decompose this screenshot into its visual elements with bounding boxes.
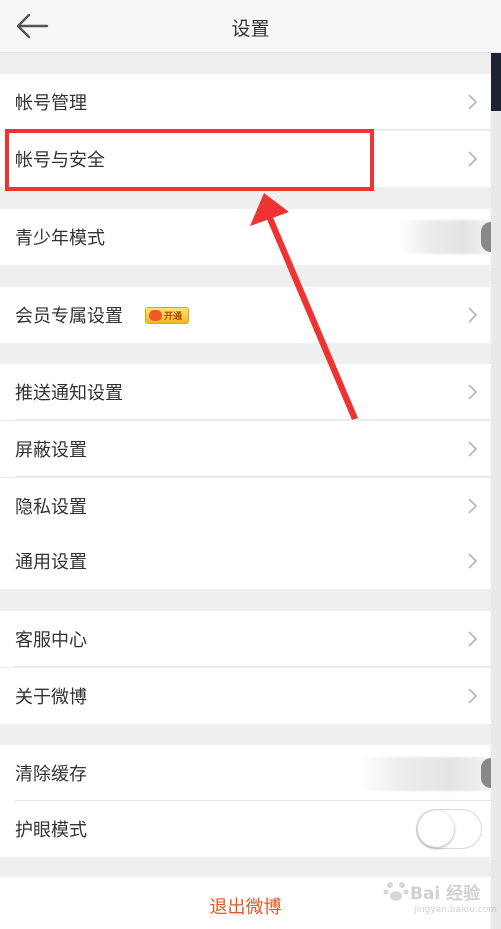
youth-mode-label: 青少年模式 <box>15 228 105 249</box>
privacy-settings-row[interactable]: 隐私设置 <box>0 478 491 534</box>
vip-badge-label: 开通 <box>164 312 183 322</box>
vip-badge: 开通 <box>145 307 189 324</box>
right-edge-dark-block <box>491 53 501 111</box>
logout-button[interactable]: 退出微博 <box>0 877 491 929</box>
clear-cache-label: 清除缓存 <box>15 764 87 785</box>
page-title: 设置 <box>231 18 270 40</box>
account-management-row[interactable]: 帐号管理 <box>0 74 491 130</box>
eye-care-toggle[interactable] <box>416 809 482 849</box>
top-bar: 设置 <box>0 0 501 53</box>
crown-icon <box>149 310 162 321</box>
slider-knob <box>481 758 491 788</box>
chevron-right-icon <box>468 631 478 647</box>
chevron-right-icon <box>468 94 478 110</box>
row-divider <box>15 419 491 420</box>
chevron-right-icon <box>468 151 478 167</box>
blurred-region <box>398 220 491 254</box>
push-notifications-row[interactable]: 推送通知设置 <box>0 364 491 420</box>
chevron-right-icon <box>468 307 478 323</box>
about-weibo-label: 关于微博 <box>15 687 87 708</box>
account-security-row[interactable]: 帐号与安全 <box>0 131 491 187</box>
eye-care-mode-label: 护眼模式 <box>15 820 87 841</box>
account-management-label: 帐号管理 <box>15 93 87 114</box>
chevron-right-icon <box>468 384 478 400</box>
push-notifications-label: 推送通知设置 <box>15 383 123 404</box>
row-divider <box>15 476 491 477</box>
right-edge-strip <box>491 53 501 929</box>
chevron-right-icon <box>468 498 478 514</box>
logout-label: 退出微博 <box>209 897 282 918</box>
row-divider <box>15 666 491 667</box>
row-divider <box>15 129 491 130</box>
customer-service-row[interactable]: 客服中心 <box>0 611 491 667</box>
toggle-thumb <box>418 811 454 847</box>
block-settings-label: 屏蔽设置 <box>15 440 87 461</box>
block-settings-row[interactable]: 屏蔽设置 <box>0 421 491 477</box>
youth-mode-row[interactable]: 青少年模式 <box>0 209 491 265</box>
slider-knob <box>481 222 491 252</box>
general-settings-label: 通用设置 <box>15 552 87 573</box>
chevron-right-icon <box>468 553 478 569</box>
vip-settings-row[interactable]: 会员专属设置 开通 <box>0 287 491 343</box>
privacy-settings-label: 隐私设置 <box>15 497 87 518</box>
eye-care-mode-row: 护眼模式 <box>0 801 491 857</box>
chevron-right-icon <box>468 688 478 704</box>
blurred-region <box>357 757 491 791</box>
chevron-right-icon <box>468 441 478 457</box>
vip-settings-label: 会员专属设置 <box>15 306 123 327</box>
about-weibo-row[interactable]: 关于微博 <box>0 668 491 724</box>
account-security-label: 帐号与安全 <box>15 150 105 171</box>
clear-cache-row[interactable]: 清除缓存 <box>0 745 491 801</box>
general-settings-row[interactable]: 通用设置 <box>0 533 491 589</box>
customer-service-label: 客服中心 <box>15 630 87 651</box>
